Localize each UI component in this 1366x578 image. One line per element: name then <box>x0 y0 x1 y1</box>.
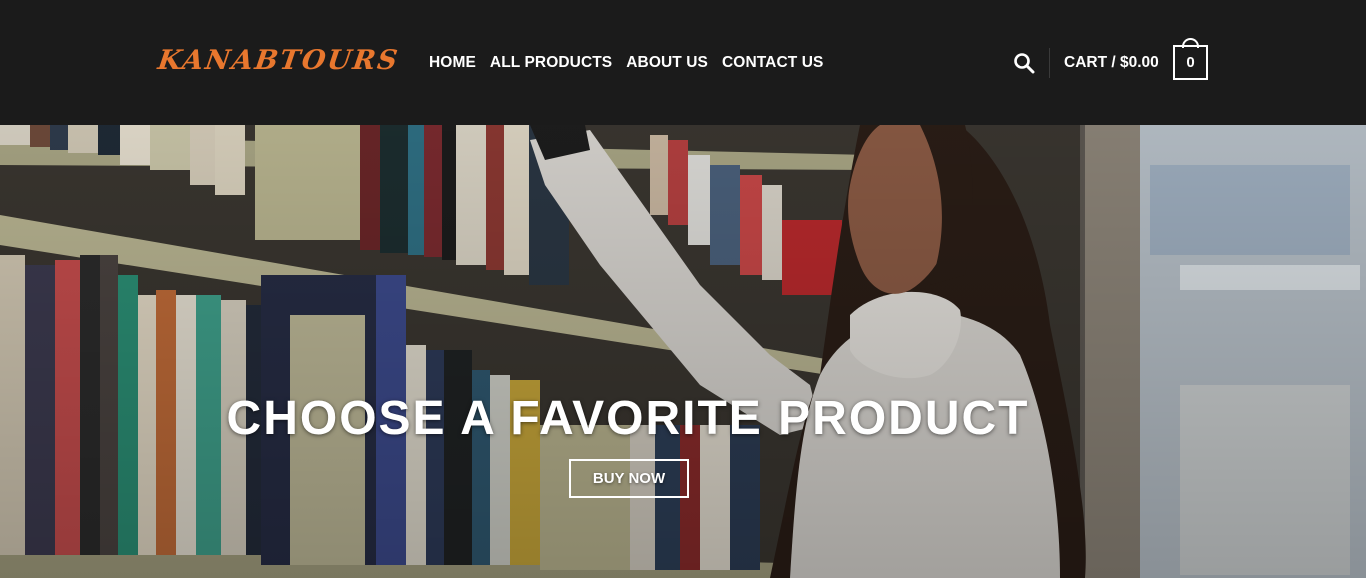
nav-all-products[interactable]: ALL PRODUCTS <box>490 52 612 74</box>
nav-contact-us[interactable]: CONTACT US <box>722 52 823 74</box>
buy-now-button[interactable]: BUY NOW <box>569 459 689 498</box>
brand-logo[interactable]: KANABTOURS <box>156 44 401 78</box>
hero-banner: CHOOSE A FAVORITE PRODUCT BUY NOW <box>0 125 1366 578</box>
cart-link[interactable]: CART / $0.00 <box>1064 52 1159 74</box>
cart-count-badge[interactable]: 0 <box>1173 45 1208 80</box>
search-icon[interactable] <box>1013 52 1035 74</box>
main-nav: HOME ALL PRODUCTS ABOUT US CONTACT US <box>429 52 823 74</box>
header-divider <box>1049 48 1050 78</box>
hero-title: CHOOSE A FAVORITE PRODUCT <box>226 392 1030 445</box>
hero-image <box>0 125 1366 578</box>
site-header: KANABTOURS HOME ALL PRODUCTS ABOUT US CO… <box>0 0 1366 125</box>
nav-about-us[interactable]: ABOUT US <box>626 52 708 74</box>
nav-home[interactable]: HOME <box>429 52 476 74</box>
